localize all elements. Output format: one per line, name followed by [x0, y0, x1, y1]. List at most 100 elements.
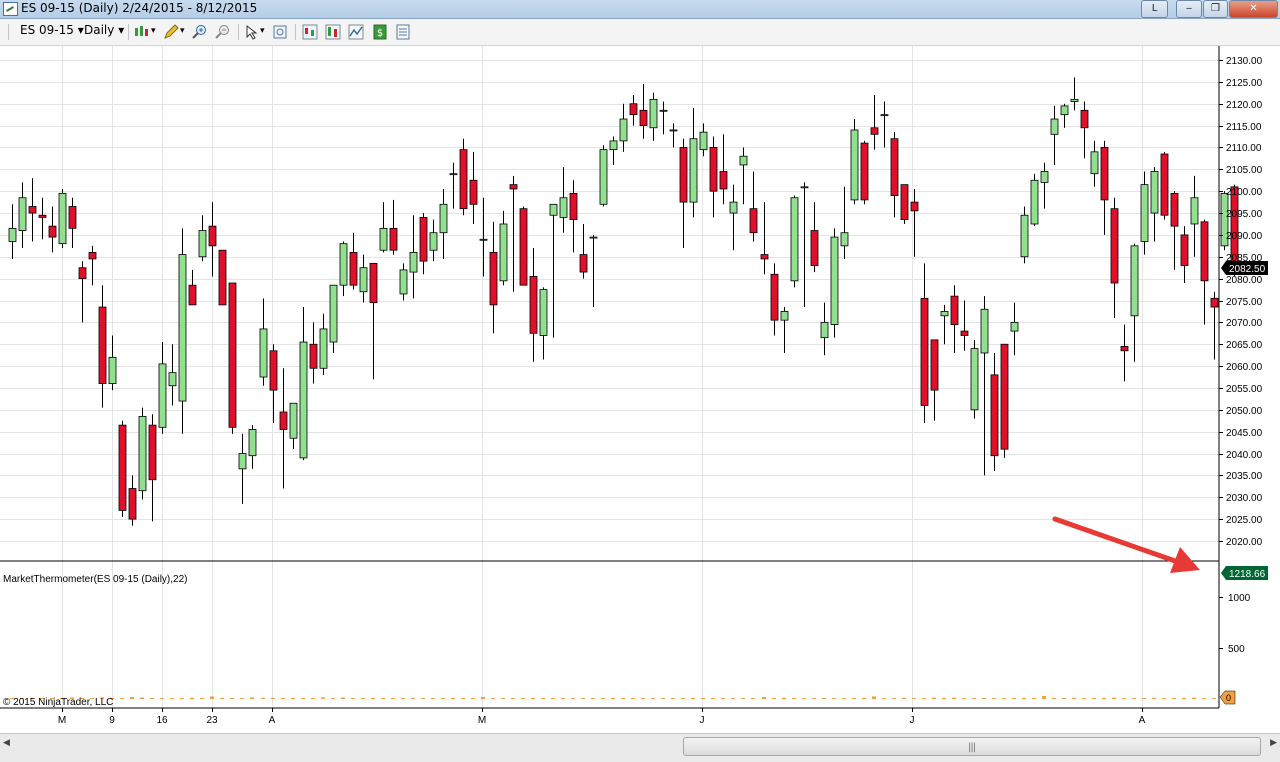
indicator-value-marker: 1218.66: [1221, 566, 1268, 580]
candle-body-up: [259, 328, 268, 378]
indicator-label: MarketThermometer(ES 09-15 (Daily),22): [3, 574, 188, 585]
candle-body-down: [118, 424, 127, 511]
candle-body-up: [379, 227, 388, 251]
candle: [379, 202, 388, 253]
indicator-bar: [311, 698, 315, 699]
indicator-bar: [651, 698, 655, 699]
y-tick-label: 2125.00: [1226, 78, 1263, 89]
indicator-bar: [681, 698, 685, 699]
indicator-axis[interactable]: 1000 500: [1219, 593, 1251, 655]
candle: [940, 304, 949, 345]
indicator-bar: [120, 697, 124, 699]
candle-body-down: [900, 184, 909, 221]
indicator-bar: [661, 698, 665, 699]
candle: [1190, 175, 1199, 257]
candle: [128, 475, 137, 526]
price-axis[interactable]: 2130.00 2125.00 2120.00 2115.00 2110.00 2105.…: [1219, 56, 1263, 548]
candle-body-up: [609, 140, 618, 151]
indicator-bar: [992, 698, 996, 699]
x-tick-label: A: [269, 715, 276, 726]
candle: [178, 228, 187, 434]
indicator-bar: [160, 698, 164, 699]
indicator-bar: [581, 698, 585, 699]
candle-body-down: [890, 138, 899, 196]
candle-body-up: [1040, 171, 1049, 183]
indicator-bar: [491, 698, 495, 699]
indicator-zero-marker: 0: [1219, 690, 1236, 705]
indicator-bar: [281, 698, 285, 699]
indicator-bar: [1042, 695, 1046, 699]
indicator-bar: [150, 698, 154, 699]
horizontal-scrollbar[interactable]: ◀ ||| ▶: [0, 733, 1280, 762]
indicator-bar: [641, 698, 645, 699]
scroll-right-icon[interactable]: ▶: [1267, 738, 1277, 752]
candle: [860, 140, 869, 205]
candle-body-up: [299, 341, 308, 459]
candle-body-down: [309, 343, 318, 369]
indicator-bar: [1142, 698, 1146, 699]
indicator-bar: [531, 698, 535, 699]
indicator-bar: [451, 698, 455, 699]
candle-body-down: [569, 192, 578, 221]
candle: [669, 123, 678, 148]
candle-body-down: [459, 149, 468, 210]
scroll-thumb[interactable]: |||: [683, 737, 1261, 756]
candle: [238, 433, 247, 504]
candle-body-down: [1210, 297, 1219, 308]
candle-body-down: [419, 217, 428, 262]
indicator-bar: [551, 698, 555, 699]
indicator-bar: [1162, 698, 1166, 699]
candle: [659, 101, 668, 135]
candle: [1170, 191, 1179, 270]
indicator-bar: [892, 698, 896, 699]
candle: [1110, 197, 1119, 318]
indicator-bar: [882, 698, 886, 699]
candle: [800, 182, 809, 308]
candle: [549, 203, 558, 338]
candle-body-down: [1100, 147, 1109, 201]
candle-body-down: [960, 330, 969, 336]
y-tick-label: 2075.00: [1226, 297, 1263, 308]
candle: [1100, 140, 1109, 235]
y-tick-label: 2055.00: [1226, 384, 1263, 395]
candle: [649, 92, 658, 141]
candle-body-up: [18, 197, 27, 231]
y-tick-label: 2095.00: [1226, 209, 1263, 220]
candle: [810, 202, 819, 273]
indicator-tick-label: 1000: [1228, 593, 1251, 604]
candle: [1010, 302, 1019, 356]
y-tick-label: 2025.00: [1226, 515, 1263, 526]
candle: [900, 184, 909, 224]
y-tick-label: 2050.00: [1226, 406, 1263, 417]
indicator-bar: [180, 697, 184, 699]
candle-body-up: [178, 254, 187, 402]
annotation-arrow: [1052, 516, 1200, 573]
candle-body-up: [499, 223, 508, 282]
candle: [188, 269, 197, 306]
candle: [309, 322, 318, 384]
indicator-bar: [220, 698, 224, 699]
indicator-bar: [230, 698, 234, 699]
chart-canvas[interactable]: 2130.00 2125.00 2120.00 2115.00 2110.00 2105.…: [0, 0, 1280, 733]
candle: [1200, 219, 1209, 325]
candle-body-down: [760, 254, 769, 260]
candle: [880, 101, 889, 148]
time-axis[interactable]: M 9 16 23 A M J J A: [58, 708, 1146, 726]
candle-body-down: [519, 208, 528, 286]
candle-body-down: [228, 282, 237, 428]
indicator-bar: [391, 698, 395, 699]
candle-body-down: [1080, 109, 1089, 129]
candle-body-down: [709, 147, 718, 192]
candle: [840, 186, 849, 259]
x-tick-label: M: [478, 715, 486, 726]
candle: [409, 215, 418, 299]
candle: [8, 204, 17, 259]
candle-body-down: [509, 184, 518, 190]
indicator-bar: [371, 698, 375, 699]
candle: [1160, 151, 1169, 220]
y-tick-label: 2105.00: [1226, 165, 1263, 176]
candle-body-down: [279, 411, 288, 430]
scroll-left-icon[interactable]: ◀: [3, 738, 13, 752]
candle: [579, 223, 588, 279]
candle: [970, 339, 979, 419]
